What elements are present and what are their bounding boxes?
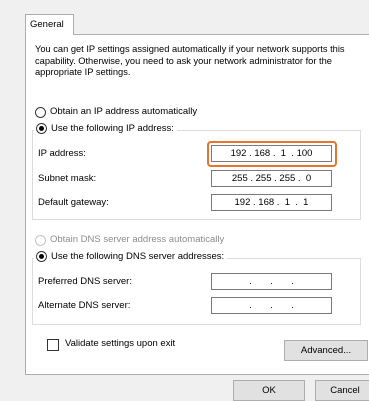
default-gateway-label: Default gateway:: [38, 197, 109, 208]
obtain-ip-auto-label[interactable]: Obtain an IP address automatically: [50, 106, 197, 117]
ip-address-label: IP address:: [38, 148, 86, 159]
use-following-ip-option[interactable]: Use the following IP address:: [34, 123, 177, 134]
alternate-dns-label: Alternate DNS server:: [38, 300, 131, 311]
obtain-dns-auto-radio[interactable]: [35, 235, 46, 246]
tab-general[interactable]: General: [25, 14, 74, 35]
use-following-dns-option[interactable]: Use the following DNS server addresses:: [34, 251, 228, 262]
subnet-mask-label: Subnet mask:: [38, 173, 97, 184]
ip-address-highlight: [207, 141, 337, 167]
use-following-dns-radio[interactable]: [36, 251, 47, 262]
alternate-dns-field[interactable]: . . .: [211, 297, 332, 314]
ok-button[interactable]: OK: [233, 380, 305, 401]
obtain-dns-auto-label[interactable]: Obtain DNS server address automatically: [50, 234, 224, 245]
general-panel: You can get IP settings assigned automat…: [25, 34, 369, 375]
preferred-dns-label: Preferred DNS server:: [38, 276, 132, 287]
validate-settings-checkbox[interactable]: [47, 339, 59, 351]
use-following-ip-radio[interactable]: [36, 123, 47, 134]
description-text: You can get IP settings assigned automat…: [35, 44, 345, 77]
cancel-button[interactable]: Cancel: [315, 380, 369, 401]
preferred-dns-field[interactable]: . . .: [211, 273, 332, 290]
obtain-ip-auto-radio[interactable]: [35, 107, 46, 118]
use-following-dns-label[interactable]: Use the following DNS server addresses:: [51, 251, 224, 262]
use-following-ip-label[interactable]: Use the following IP address:: [51, 123, 174, 134]
validate-settings-label[interactable]: Validate settings upon exit: [65, 338, 175, 349]
dns-server-group: [32, 258, 361, 325]
default-gateway-field[interactable]: 192 . 168 . 1 . 1: [211, 194, 332, 211]
advanced-button[interactable]: Advanced...: [284, 340, 368, 361]
subnet-mask-field[interactable]: 255 . 255 . 255 . 0: [211, 170, 332, 187]
